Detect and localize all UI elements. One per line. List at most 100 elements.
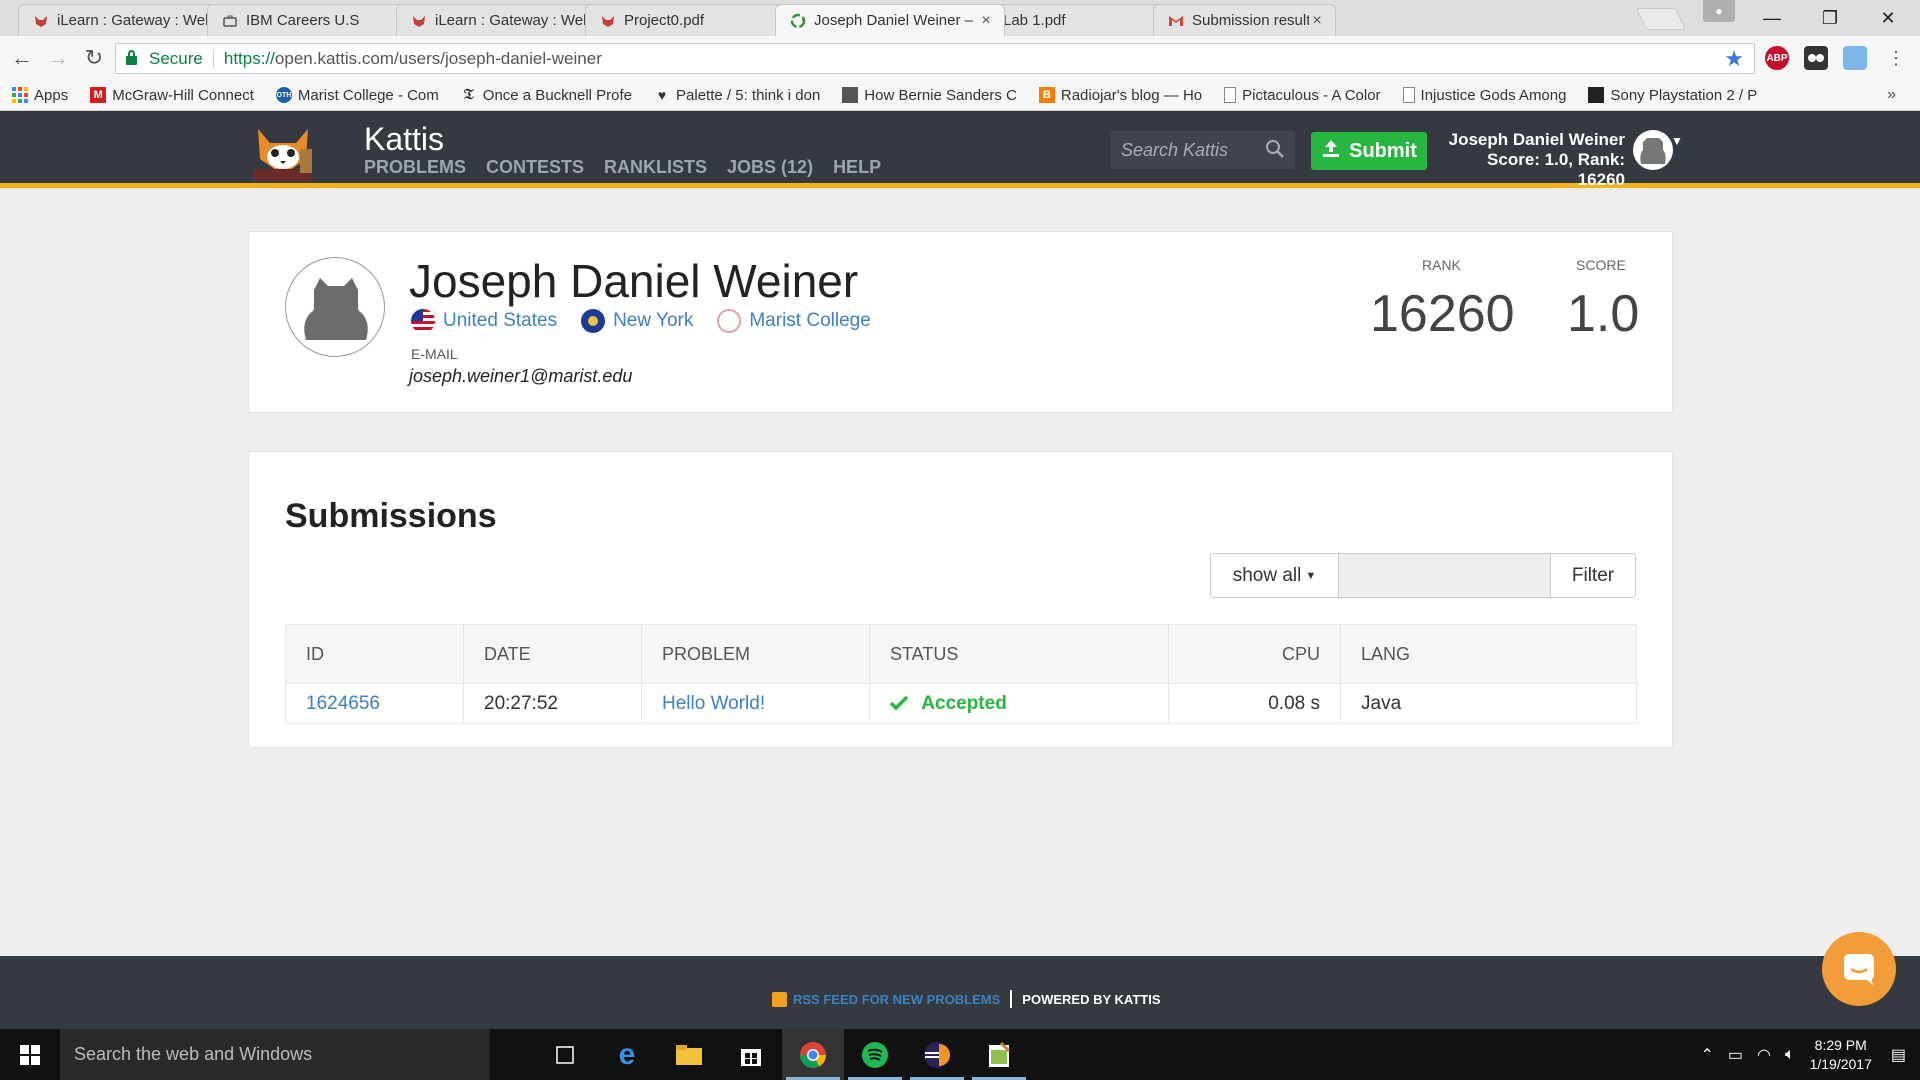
browser-tab[interactable]: Submission result for: jo × [1153,4,1336,36]
nav-jobs[interactable]: JOBS (12) [727,157,813,178]
status-cell: Accepted [869,683,1169,724]
bookmark-star-icon[interactable]: ★ [1724,46,1744,72]
clock[interactable]: 8:29 PM 1/19/2017 [1810,1036,1872,1074]
bookmark-item[interactable]: Sony Playstation 2 / P [1588,87,1757,104]
user-menu[interactable]: Joseph Daniel Weiner Score: 1.0, Rank: 1… [1438,130,1625,190]
nav-contests[interactable]: CONTESTS [486,157,584,178]
reload-icon[interactable]: ↻ [78,42,110,74]
chevron-up-icon[interactable]: ⌃ [1700,1045,1713,1065]
user-profile-icon[interactable]: ● [1703,0,1735,22]
address-bar[interactable]: Secure https:// open.kattis.com/users/jo… [115,43,1755,74]
battery-icon[interactable]: ▭ [1728,1045,1743,1065]
bookmark-item[interactable]: M McGraw-Hill Connect [90,87,254,104]
wifi-icon[interactable]: ◠ [1757,1045,1771,1065]
location-label: United States [443,310,558,331]
nav-ranklists[interactable]: RANKLISTS [604,157,707,178]
apps-grid-icon [12,87,28,103]
bookmark-apps[interactable]: Apps [12,87,68,104]
bookmark-item[interactable]: ♥ Palette / 5: think i don [654,87,820,104]
adblock-plus-icon[interactable]: ABP [1765,46,1789,70]
avatar[interactable] [1633,130,1673,170]
location-school[interactable]: Marist College [717,309,871,333]
bookmark-label: Injustice Gods Among [1420,86,1567,104]
taskbar-search-input[interactable]: Search the web and Windows [60,1029,490,1080]
clock-time: 8:29 PM [1814,1036,1867,1053]
nav-help[interactable]: HELP [833,157,881,178]
search-placeholder: Search Kattis [1121,139,1229,160]
bookmark-label: McGraw-Hill Connect [112,86,254,104]
column-header[interactable]: CPU [1168,624,1341,684]
back-arrow-icon[interactable]: ← [6,42,38,74]
bookmark-label: Apps [34,86,69,104]
filter-button[interactable]: Filter [1551,554,1635,597]
kattis-logo[interactable] [250,119,316,183]
secure-label: Secure [149,48,203,68]
windows-taskbar: Search the web and Windows e ⌃ ▭ ◠ 🔈︎ 8:… [0,1029,1920,1080]
system-tray: ⌃ ▭ ◠ 🔈︎ 8:29 PM 1/19/2017 ▤ [1693,1029,1920,1080]
restore-button[interactable]: ❐ [1801,0,1859,36]
column-header[interactable]: PROBLEM [641,624,870,684]
tab-title: Joseph Daniel Weiner – [814,12,973,29]
search-icon[interactable] [1265,139,1285,164]
marist-seal-icon [717,309,742,333]
column-header[interactable]: DATE [463,624,642,684]
column-header[interactable]: ID [285,624,464,684]
chevron-down-icon[interactable]: ▼ [1671,134,1683,148]
new-tab-button[interactable] [1635,8,1687,30]
problem-cell: Hello World! [641,683,870,724]
file-explorer-icon[interactable] [658,1029,720,1080]
column-header[interactable]: LANG [1340,624,1637,684]
close-icon[interactable]: × [978,12,994,30]
filter-input[interactable] [1339,554,1551,597]
column-header[interactable]: STATUS [869,624,1169,684]
search-input[interactable]: Search Kattis [1111,131,1295,169]
spotify-icon[interactable] [844,1029,906,1080]
ghostery-icon[interactable] [1804,46,1828,70]
chat-bubble-icon[interactable] [1822,932,1896,1006]
windows-start-icon[interactable] [0,1029,60,1080]
powered-by: POWERED BY KATTIS [1022,991,1161,1007]
nyt-icon: 𝔗 [463,87,474,103]
location-country[interactable]: United States [411,309,557,333]
bookmark-item[interactable]: Injustice Gods Among [1402,86,1567,104]
problem-link[interactable]: Hello World! [662,693,765,714]
bookmark-item[interactable]: Pictaculous - A Color [1224,87,1381,104]
new-york-flag-icon [581,309,606,333]
submit-button[interactable]: Submit [1311,132,1427,170]
close-icon[interactable]: × [1309,12,1325,30]
nav-problems[interactable]: PROBLEMS [364,157,466,178]
bookmark-item[interactable]: OTH Marist College - Com [275,87,439,104]
browser-tab-active[interactable]: Joseph Daniel Weiner – × [775,4,1005,36]
location-label: New York [613,310,694,331]
bookmark-item[interactable]: 𝔗 Once a Bucknell Profe [461,87,632,104]
footer-links: RSS FEED FOR NEW PROBLEMS POWERED BY KAT… [772,990,1161,1008]
chrome-icon[interactable] [782,1029,844,1080]
bookmarks-overflow-icon[interactable]: » [1887,86,1896,104]
user-name: Joseph Daniel Weiner [1448,130,1625,149]
tab-title: iLearn : Gateway : Welc [57,12,216,29]
notifications-icon[interactable]: ▤ [1891,1045,1906,1065]
filter-dropdown[interactable]: show all ▼ [1211,554,1339,597]
profile-locations: United States New York Marist College [411,309,895,333]
eclipse-icon[interactable] [906,1029,968,1080]
location-state[interactable]: New York [581,309,693,333]
bookmark-item[interactable]: How Bernie Sanders C [842,87,1017,104]
close-window-button[interactable]: ✕ [1859,0,1917,36]
filter-dropdown-value: show all [1232,564,1302,586]
extension-icon[interactable] [1843,46,1867,70]
submission-id-link[interactable]: 1624656 [306,693,380,714]
edge-icon[interactable]: e [596,1029,658,1080]
volume-icon[interactable]: 🔈︎ [1785,1046,1795,1064]
minimize-button[interactable]: — [1743,0,1801,36]
tab-title: Submission result for: jo [1192,12,1309,29]
kattis-brand[interactable]: Kattis [364,121,444,158]
store-icon[interactable] [720,1029,782,1080]
bookmark-item[interactable]: B Radiojar's blog — Ho [1038,87,1202,104]
notepad-icon[interactable] [968,1029,1030,1080]
heart-icon: ♥ [657,87,667,103]
forward-arrow-icon[interactable]: → [42,42,74,74]
score-value: 1.0 [1567,285,1640,343]
rss-feed-link[interactable]: RSS FEED FOR NEW PROBLEMS [793,992,1000,1007]
menu-kebab-icon[interactable]: ⋮ [1880,42,1912,74]
task-view-icon[interactable] [534,1029,596,1080]
